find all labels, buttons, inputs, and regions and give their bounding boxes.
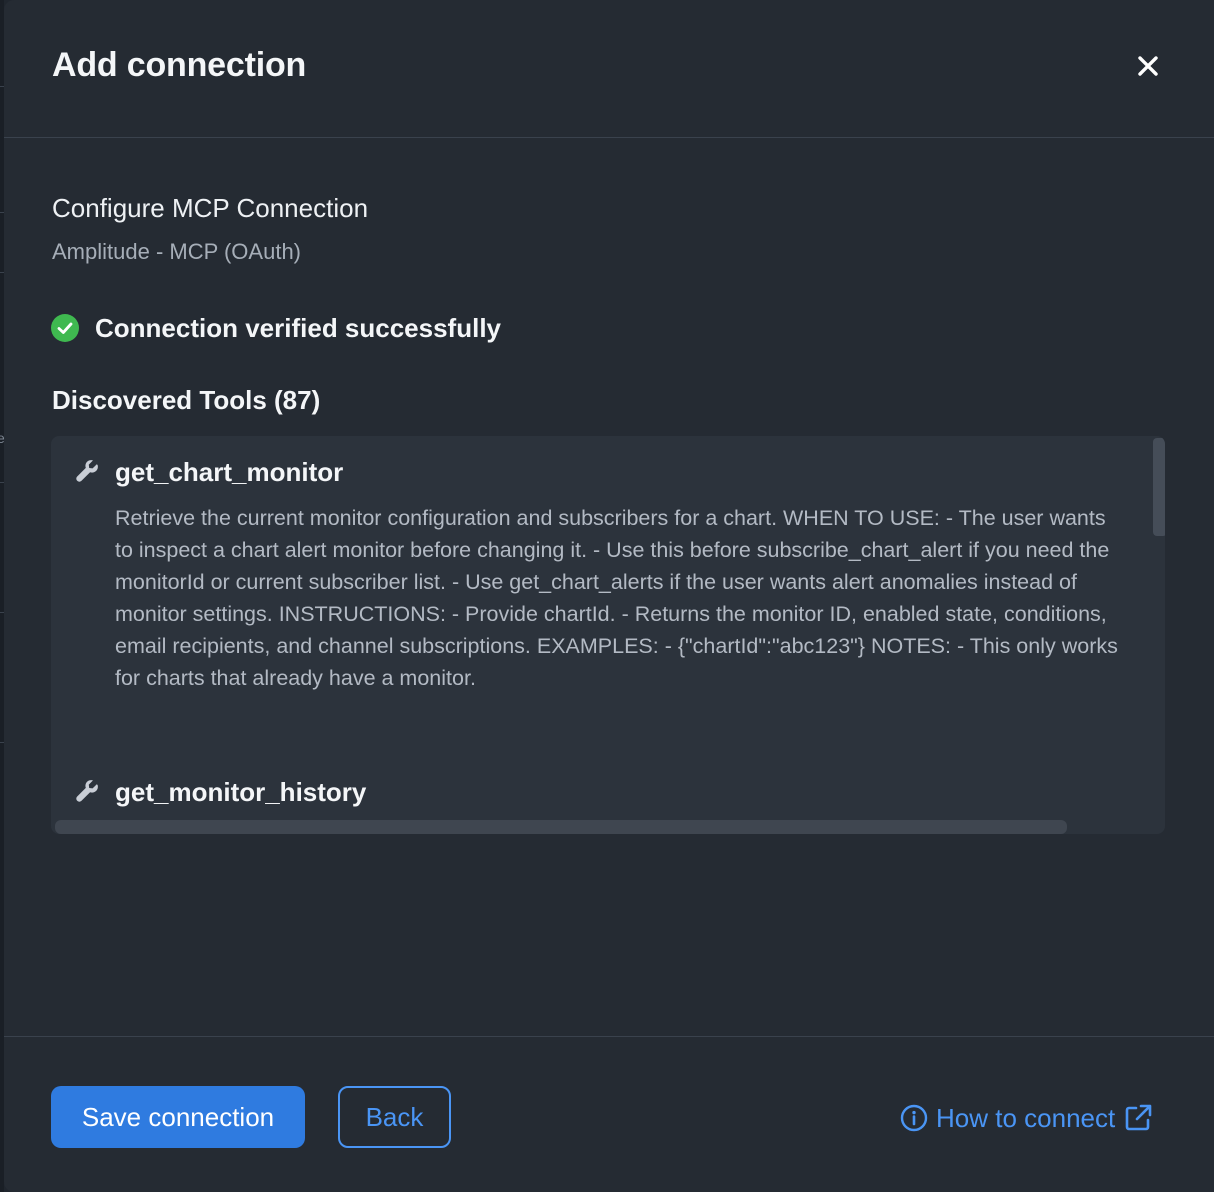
dialog-title: Add connection	[52, 46, 307, 84]
external-link-icon	[1125, 1104, 1152, 1131]
horizontal-scrollbar[interactable]	[55, 820, 1067, 834]
connection-subtitle: Amplitude - MCP (OAuth)	[52, 239, 302, 264]
status-text: Connection verified successfully	[95, 312, 502, 343]
info-icon	[900, 1104, 928, 1132]
tools-heading: Discovered Tools (87)	[52, 385, 321, 415]
tool-name: get_chart_monitor	[115, 457, 344, 487]
how-to-connect-link[interactable]: How to connect	[900, 1101, 1153, 1135]
back-button[interactable]: Back	[338, 1086, 451, 1148]
dialog-footer: Save connection Back How to connect	[4, 1036, 1214, 1192]
dialog-header: Add connection	[4, 0, 1214, 138]
configure-title: Configure MCP Connection	[52, 193, 369, 223]
close-button[interactable]	[1130, 48, 1166, 84]
tool-name: get_monitor_history	[115, 777, 367, 807]
vertical-scrollbar[interactable]	[1153, 438, 1165, 536]
tools-list[interactable]: get_chart_monitor Retrieve the current m…	[51, 436, 1165, 834]
add-connection-dialog: Add connection Configure MCP Connection …	[4, 0, 1214, 1192]
wrench-icon	[76, 460, 98, 482]
check-circle-icon	[51, 314, 79, 342]
how-to-connect-label: How to connect	[936, 1102, 1116, 1133]
tool-description: Retrieve the current monitor configurati…	[115, 506, 1118, 690]
save-connection-button[interactable]: Save connection	[51, 1086, 305, 1148]
verification-status: Connection verified successfully	[51, 312, 501, 344]
wrench-icon	[76, 780, 98, 802]
close-icon	[1138, 56, 1158, 76]
